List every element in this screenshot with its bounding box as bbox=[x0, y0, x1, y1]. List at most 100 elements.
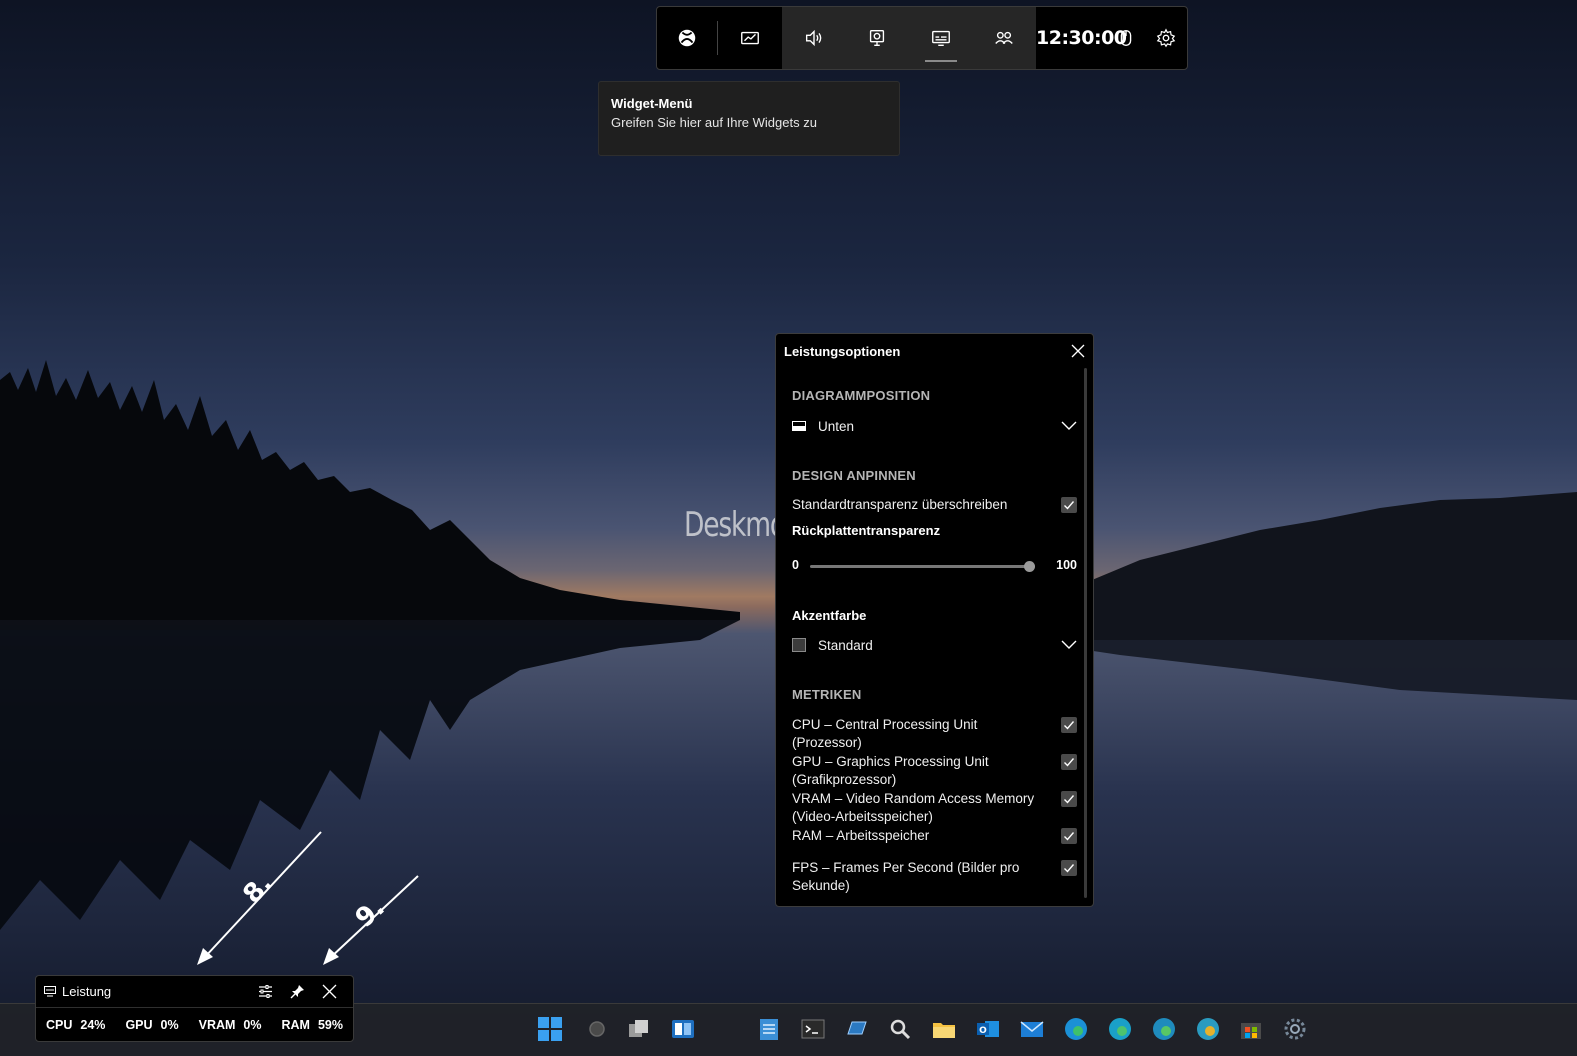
widgets-icon[interactable] bbox=[670, 1016, 696, 1042]
metric-fps-checkbox[interactable] bbox=[1061, 860, 1077, 876]
checkmark-icon bbox=[1064, 721, 1075, 730]
task-view-icon[interactable] bbox=[626, 1016, 652, 1042]
metric-gpu: GPU 0% bbox=[125, 1018, 178, 1032]
metric-cpu: CPU 24% bbox=[46, 1018, 105, 1032]
xbox-button[interactable] bbox=[657, 7, 717, 69]
metric-label: CPU – Central Processing Unit bbox=[792, 717, 978, 732]
audio-button[interactable] bbox=[782, 7, 846, 69]
options-button[interactable] bbox=[249, 976, 281, 1008]
panel-header: Leistungsoptionen bbox=[776, 334, 1093, 368]
edge-icon[interactable] bbox=[1063, 1016, 1089, 1042]
metric-key: RAM bbox=[281, 1018, 310, 1032]
accent-color-swatch bbox=[792, 638, 806, 652]
slider-track[interactable] bbox=[810, 561, 1035, 572]
capture-button[interactable] bbox=[846, 7, 910, 69]
outlook-icon[interactable]: O bbox=[975, 1016, 1001, 1042]
close-button[interactable] bbox=[313, 976, 345, 1008]
metric-gpu-checkbox[interactable] bbox=[1061, 754, 1077, 770]
start-icon[interactable] bbox=[537, 1016, 563, 1042]
metric-cpu-row[interactable]: CPU – Central Processing Unit (Prozessor… bbox=[792, 716, 1077, 752]
xbox-icon bbox=[678, 29, 696, 47]
metric-label-sub: Sekunde) bbox=[792, 878, 850, 893]
chevron-down-icon bbox=[1061, 640, 1077, 649]
metric-label: GPU – Graphics Processing Unit bbox=[792, 754, 989, 769]
metric-vram-checkbox[interactable] bbox=[1061, 791, 1077, 807]
checkmark-icon bbox=[1064, 864, 1075, 873]
capture-icon bbox=[870, 29, 885, 47]
metric-label: FPS – Frames Per Second (Bilder pro bbox=[792, 860, 1020, 875]
metric-cpu-checkbox[interactable] bbox=[1061, 717, 1077, 733]
metric-vram-row[interactable]: VRAM – Video Random Access Memory (Video… bbox=[792, 790, 1077, 826]
widget-header[interactable]: Leistung bbox=[36, 976, 353, 1008]
chart-position-icon bbox=[792, 421, 806, 431]
override-transparency-label: Standardtransparenz überschreiben bbox=[792, 497, 1008, 512]
performance-icon bbox=[44, 986, 56, 997]
sliders-icon bbox=[258, 985, 272, 998]
settings-button[interactable] bbox=[1146, 7, 1186, 69]
metric-ram-checkbox[interactable] bbox=[1061, 828, 1077, 844]
edge-dev-icon[interactable] bbox=[1151, 1016, 1177, 1042]
metric-key: GPU bbox=[125, 1018, 153, 1032]
metric-value: 24% bbox=[80, 1018, 106, 1032]
chart-position-dropdown[interactable]: Unten bbox=[792, 417, 1077, 435]
widget-menu-icon bbox=[741, 31, 759, 45]
metric-label: RAM – Arbeitsspeicher bbox=[792, 828, 930, 843]
metric-ram-row[interactable]: RAM – Arbeitsspeicher bbox=[792, 827, 1077, 845]
metric-label-sub: (Prozessor) bbox=[792, 735, 862, 750]
accent-color-label: Akzentfarbe bbox=[792, 608, 867, 623]
svg-text:O: O bbox=[979, 1026, 987, 1036]
scrollbar[interactable] bbox=[1084, 368, 1087, 898]
xbox-social-icon bbox=[995, 31, 1014, 44]
notepad-icon[interactable] bbox=[756, 1016, 782, 1042]
transparency-slider[interactable]: 0 100 bbox=[792, 558, 1077, 574]
metric-gpu-row[interactable]: GPU – Graphics Processing Unit (Grafikpr… bbox=[792, 753, 1077, 789]
close-icon[interactable] bbox=[1071, 344, 1085, 358]
clock: 12:30:00 bbox=[1036, 27, 1127, 49]
slider-max-label: 100 bbox=[1056, 558, 1077, 572]
override-transparency-row[interactable]: Standardtransparenz überschreiben bbox=[792, 497, 1077, 515]
slider-thumb[interactable] bbox=[1024, 561, 1035, 572]
metric-value: 0% bbox=[243, 1018, 262, 1032]
chevron-down-icon bbox=[1061, 421, 1077, 430]
edge-beta-icon[interactable] bbox=[1107, 1016, 1133, 1042]
slider-min-label: 0 bbox=[792, 558, 799, 572]
pin-icon bbox=[290, 985, 304, 999]
metric-fps-row[interactable]: FPS – Frames Per Second (Bilder pro Seku… bbox=[792, 859, 1077, 895]
file-explorer-icon[interactable] bbox=[931, 1016, 957, 1042]
checkmark-icon bbox=[1064, 795, 1075, 804]
metric-vram: VRAM 0% bbox=[199, 1018, 262, 1032]
terminal-icon[interactable] bbox=[800, 1016, 826, 1042]
settings-icon[interactable] bbox=[1282, 1016, 1308, 1042]
widget-menu-tooltip: Widget-Menü Greifen Sie hier auf Ihre Wi… bbox=[598, 81, 900, 156]
edge-canary-icon[interactable] bbox=[1195, 1016, 1221, 1042]
accent-color-dropdown[interactable]: Standard bbox=[792, 636, 1077, 654]
cortana-icon[interactable] bbox=[584, 1016, 610, 1042]
widget-title: Leistung bbox=[62, 984, 112, 999]
tooltip-text: Greifen Sie hier auf Ihre Widgets zu bbox=[611, 115, 817, 130]
widget-bar bbox=[782, 7, 1037, 69]
performance-options-panel: Leistungsoptionen DIAGRAMMPOSITION Unten… bbox=[775, 333, 1094, 907]
pin-button[interactable] bbox=[281, 976, 313, 1008]
metric-label: VRAM – Video Random Access Memory bbox=[792, 791, 1035, 806]
section-heading-metrics: METRIKEN bbox=[792, 687, 862, 702]
close-icon bbox=[322, 984, 336, 999]
panel-title: Leistungsoptionen bbox=[784, 343, 901, 359]
section-heading-chart-position: DIAGRAMMPOSITION bbox=[792, 388, 931, 403]
section-heading-design: DESIGN ANPINNEN bbox=[792, 468, 916, 483]
search-icon[interactable] bbox=[887, 1016, 913, 1042]
xbox-social-button[interactable] bbox=[973, 7, 1037, 69]
performance-button[interactable] bbox=[909, 7, 973, 69]
widget-menu-button[interactable] bbox=[718, 7, 782, 69]
mail-icon[interactable] bbox=[1019, 1016, 1045, 1042]
performance-icon bbox=[931, 30, 950, 47]
mouse-button[interactable] bbox=[1106, 7, 1146, 69]
store-icon[interactable] bbox=[1238, 1016, 1264, 1042]
metric-value: 0% bbox=[160, 1018, 179, 1032]
gear-icon bbox=[1156, 28, 1176, 48]
metric-label-sub: (Video-Arbeitsspeicher) bbox=[792, 809, 933, 824]
checkmark-icon bbox=[1064, 832, 1075, 841]
remote-icon[interactable] bbox=[844, 1016, 870, 1042]
override-transparency-checkbox[interactable] bbox=[1061, 497, 1077, 513]
widget-metrics: CPU 24% GPU 0% VRAM 0% RAM 59% bbox=[36, 1008, 353, 1042]
audio-icon bbox=[805, 29, 822, 47]
